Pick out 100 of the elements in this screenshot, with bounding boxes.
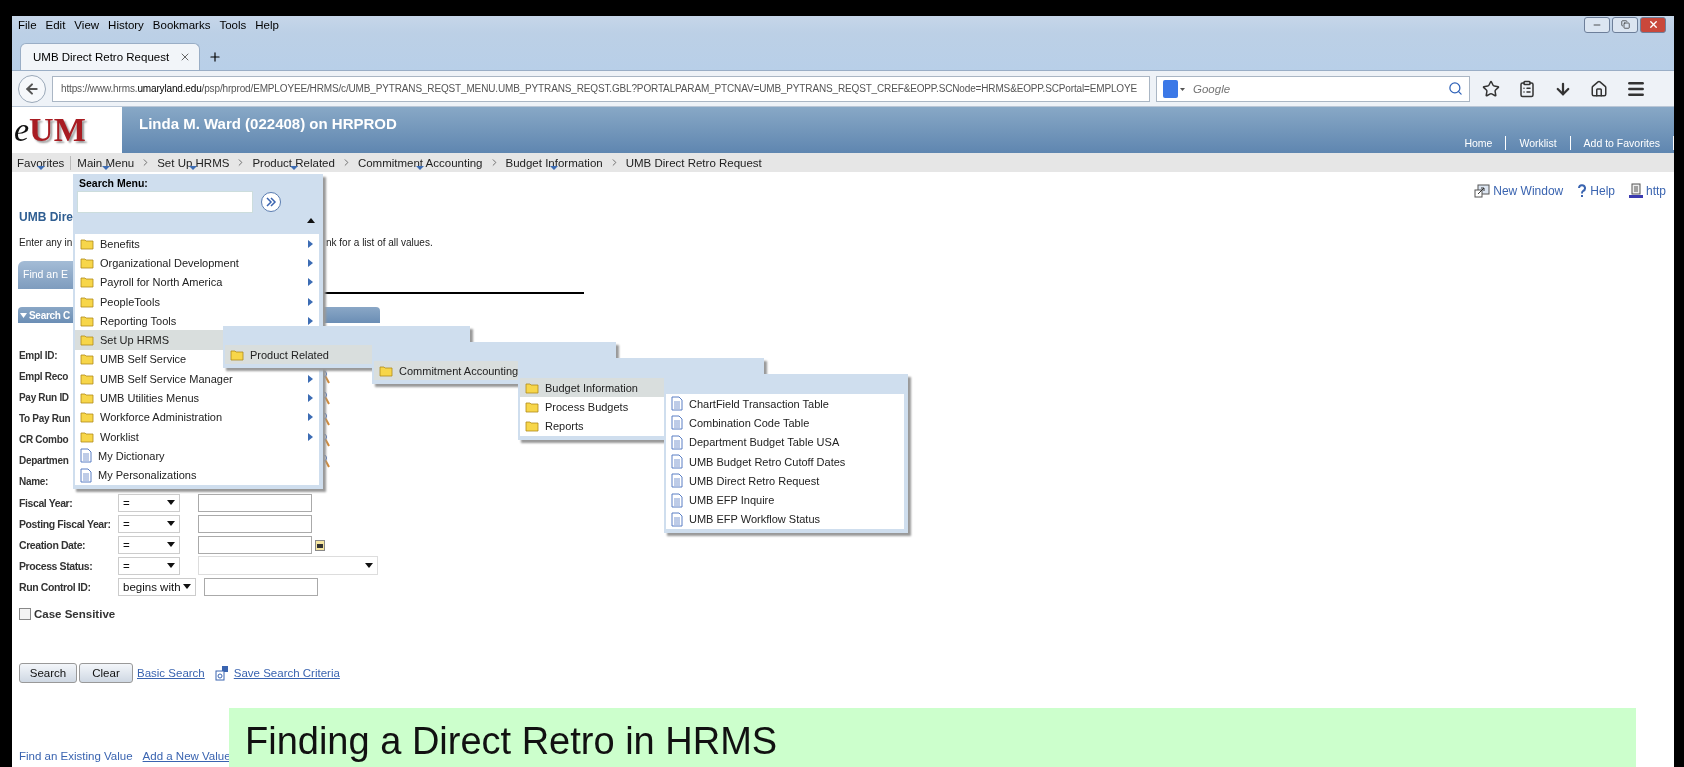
folder-icon: [80, 353, 94, 366]
footer-link[interactable]: Find an Existing Value: [19, 750, 133, 762]
restore-icon: [1620, 20, 1630, 29]
document-icon: [671, 434, 683, 450]
folder-icon: [80, 430, 94, 443]
search-menu-field[interactable]: [77, 191, 253, 213]
document-icon: [671, 511, 683, 527]
field-label: Empl Reco: [19, 371, 68, 382]
folder-icon: [80, 392, 94, 404]
document-icon: [671, 415, 683, 431]
operator-select[interactable]: begins with: [118, 577, 196, 596]
field-label: Creation Date:: [19, 538, 87, 551]
folder-icon: [80, 256, 94, 269]
submenu-arrow-icon: [308, 432, 313, 441]
web-search-field[interactable]: Google: [1156, 75, 1470, 102]
field-label: Posting Fiscal Year:: [19, 517, 112, 530]
menu-bar-item[interactable]: Help: [255, 18, 279, 31]
double-chevron-icon: [265, 197, 277, 207]
collapse-triangle-icon: [20, 312, 27, 318]
page-link[interactable]: New Window: [1474, 183, 1564, 199]
folder-icon: [80, 334, 94, 347]
folder-icon: [230, 348, 244, 361]
form-button[interactable]: Clear: [79, 663, 133, 683]
minimize-button[interactable]: [1584, 16, 1610, 33]
submenu-arrow-icon: [308, 316, 313, 325]
folder-icon: [80, 372, 94, 385]
go-button[interactable]: [261, 192, 281, 212]
submenu-arrow-icon: [308, 413, 313, 422]
caption-banner: Finding a Direct Retro in HRMS: [229, 708, 1636, 767]
field-label: Empl ID:: [19, 350, 58, 361]
submenu-arrow-icon: [308, 278, 313, 287]
footer-link[interactable]: Add a New Value: [142, 750, 231, 762]
basic-search-link[interactable]: Basic Search: [137, 667, 205, 679]
operator-select[interactable]: =: [118, 493, 180, 512]
submenu-arrow-icon: [308, 258, 313, 267]
field-label: Name:: [19, 476, 49, 487]
instruction-text: Enter any in: [19, 237, 73, 250]
menu-bar-item[interactable]: Tools: [219, 18, 247, 31]
help-icon: [1577, 184, 1588, 198]
back-button[interactable]: [18, 74, 46, 103]
folder-icon: [80, 411, 94, 424]
text-field[interactable]: [198, 514, 312, 533]
search-icon[interactable]: [1448, 81, 1463, 96]
submenu-arrow-icon: [308, 239, 313, 248]
browser-tab[interactable]: UMB Direct Retro Request: [20, 43, 200, 70]
close-tab-icon[interactable]: [179, 51, 191, 63]
document-icon: [671, 454, 683, 470]
save-criteria-link[interactable]: Save Search Criteria: [233, 667, 340, 679]
field-label: To Pay Run: [19, 413, 71, 424]
restore-button[interactable]: [1612, 16, 1638, 33]
home-icon: [1590, 79, 1608, 98]
field-label: CR Combo: [19, 434, 69, 445]
text-field[interactable]: [204, 577, 318, 596]
dropdown-arrow-icon: [183, 584, 191, 589]
link-icon: [1629, 183, 1643, 199]
breadcrumb[interactable]: Favorites: [15, 156, 67, 169]
menu-bar-item[interactable]: Edit: [45, 18, 66, 31]
folder-icon: [80, 237, 94, 250]
operator-select[interactable]: =: [118, 556, 180, 575]
page-link[interactable]: Help: [1577, 183, 1615, 199]
breadcrumb[interactable]: Commitment Accounting: [355, 156, 485, 169]
text-field[interactable]: [198, 493, 312, 512]
address-field[interactable]: https://www.hrms.umaryland.edu/psp/hrprod/EMPLOYEE/HRMS/c/UMB_PYTRANS_REQST_MENU.UMB_PYTRANS_REQST.GBL?PORTALPARAM_PTCNAV=UMB_PYTRANS_REQST_CREF&EOPP.SCNode=HRMS&EOPP.SCPortal=EMPLOYE: [52, 75, 1150, 102]
dropdown-arrow-icon: [167, 500, 175, 505]
save-search-icon[interactable]: [214, 664, 229, 682]
case-sensitive-checkbox[interactable]: Case Sensitive: [19, 605, 1674, 623]
menu-bar-item[interactable]: View: [74, 18, 100, 31]
user-title: Linda M. Ward (022408) on HRPROD: [139, 115, 398, 132]
submenu-arrow-icon: [308, 374, 313, 383]
submenu-arrow-icon: [308, 297, 313, 306]
star-icon: [1482, 79, 1500, 98]
menu-bar-item[interactable]: File: [18, 18, 37, 31]
folder-icon: [525, 420, 539, 433]
document-icon: [671, 396, 683, 412]
collapse-arrow-icon[interactable]: [307, 218, 315, 223]
document-icon: [80, 448, 92, 464]
field-label: Run Control ID:: [19, 580, 92, 593]
document-icon: [671, 492, 683, 508]
dropdown-arrow-icon: [167, 563, 175, 568]
menu-bar-item[interactable]: History: [108, 18, 144, 31]
page-link[interactable]: http: [1629, 183, 1666, 199]
field-label: Pay Run ID: [19, 392, 69, 403]
search-engine-icon[interactable]: [1163, 79, 1185, 98]
form-button[interactable]: Search: [19, 663, 77, 683]
field-label: Fiscal Year:: [19, 496, 74, 509]
document-icon: [671, 473, 683, 489]
operator-select[interactable]: =: [118, 535, 180, 554]
menu-bar-item[interactable]: Bookmarks: [152, 18, 211, 31]
breadcrumb[interactable]: UMB Direct Retro Request: [623, 156, 764, 169]
field-label: Process Status:: [19, 559, 94, 572]
field-label: Departmen: [19, 455, 69, 466]
operator-select[interactable]: =: [118, 514, 180, 533]
breadcrumb[interactable]: Budget Information: [503, 156, 605, 169]
close-button[interactable]: [1640, 16, 1666, 33]
folder-icon: [525, 400, 539, 413]
instruction-text: nk for a list of all values.: [326, 237, 434, 250]
date-field[interactable]: [198, 535, 312, 554]
dropdown-arrow-icon: [167, 521, 175, 526]
calendar-icon[interactable]: [315, 538, 325, 551]
plus-icon: [208, 50, 222, 64]
